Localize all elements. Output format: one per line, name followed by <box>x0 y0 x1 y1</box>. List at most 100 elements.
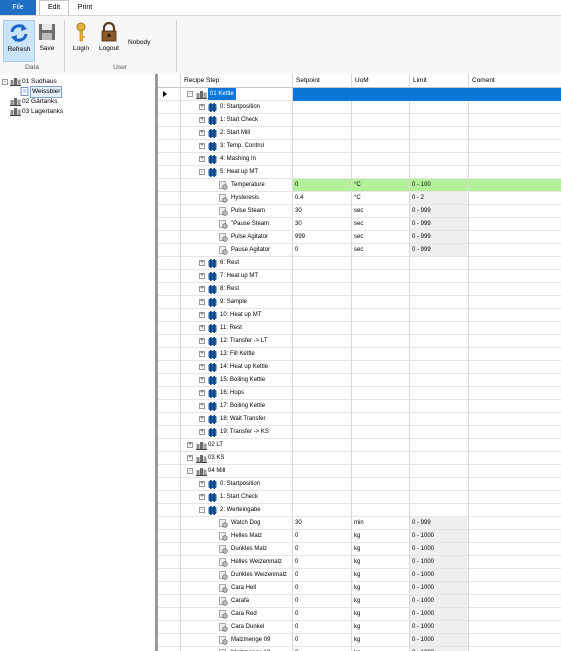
setpoint-cell[interactable] <box>293 452 352 465</box>
row-header[interactable] <box>158 166 181 179</box>
recipe-step-cell[interactable]: Watch Dog <box>181 517 293 530</box>
row-header[interactable] <box>158 270 181 283</box>
setpoint-cell[interactable] <box>293 348 352 361</box>
recipe-step-cell[interactable]: "Pause Steam <box>181 218 293 231</box>
expand-icon[interactable]: + <box>199 390 205 396</box>
row-header[interactable] <box>158 530 181 543</box>
step-row[interactable]: +7: Heat up MT <box>181 270 561 283</box>
recipe-step-cell[interactable]: Temperature <box>181 179 293 192</box>
setpoint-cell[interactable]: 0.4 <box>293 192 352 205</box>
comment-cell[interactable] <box>469 257 561 270</box>
setpoint-cell[interactable]: 999 <box>293 231 352 244</box>
comment-cell[interactable] <box>469 374 561 387</box>
comment-cell[interactable] <box>469 504 561 517</box>
row-header[interactable] <box>158 244 181 257</box>
step-row[interactable]: +1: Start Check <box>181 491 561 504</box>
step-row[interactable]: +3: Temp. Control <box>181 140 561 153</box>
setpoint-cell[interactable] <box>293 465 352 478</box>
recipe-step-cell[interactable]: +15: Boiling Kettle <box>181 374 293 387</box>
recipe-step-cell[interactable]: +17: Boiling Kettle <box>181 400 293 413</box>
setpoint-cell[interactable] <box>293 504 352 517</box>
row-header[interactable] <box>158 257 181 270</box>
setpoint-cell[interactable]: 0 <box>293 556 352 569</box>
row-header[interactable] <box>158 179 181 192</box>
recipe-step-cell[interactable]: - 01 Kettle <box>181 88 293 101</box>
step-row[interactable]: +17: Boiling Kettle <box>181 400 561 413</box>
expand-icon[interactable]: + <box>199 104 205 110</box>
expand-icon[interactable]: + <box>199 130 205 136</box>
recipe-step-cell[interactable]: +03 KS <box>181 452 293 465</box>
step-row[interactable]: +15: Boiling Kettle <box>181 374 561 387</box>
parameter-row[interactable]: Helles Weizenmalz 0 kg 0 - 1000 <box>181 556 561 569</box>
step-row[interactable]: +11: Rest <box>181 322 561 335</box>
collapse-icon[interactable]: - <box>2 79 8 85</box>
parameter-row[interactable]: Dunkles Malz 0 kg 0 - 1000 <box>181 543 561 556</box>
setpoint-cell[interactable]: 0 <box>293 179 352 192</box>
recipe-step-cell[interactable]: Pulse Steam <box>181 205 293 218</box>
tab-print[interactable]: Print <box>70 2 100 14</box>
column-header-recipe-step[interactable]: Recipe Step <box>181 74 293 88</box>
setpoint-cell[interactable] <box>293 400 352 413</box>
row-header[interactable] <box>158 426 181 439</box>
recipe-step-cell[interactable]: +16: Hops <box>181 387 293 400</box>
step-row[interactable]: +16: Hops <box>181 387 561 400</box>
recipe-step-cell[interactable]: +10: Heat up MT <box>181 309 293 322</box>
tab-file[interactable]: File <box>0 0 36 15</box>
comment-cell[interactable] <box>469 517 561 530</box>
step-row[interactable]: +2: Start Mill <box>181 127 561 140</box>
comment-cell[interactable] <box>469 114 561 127</box>
step-row[interactable]: - 2: Werteingabe <box>181 504 561 517</box>
recipe-step-cell[interactable]: Pulse Agitator <box>181 231 293 244</box>
row-header[interactable] <box>158 296 181 309</box>
recipe-step-cell[interactable]: +0: Startposition <box>181 478 293 491</box>
expand-icon[interactable]: + <box>199 299 205 305</box>
comment-cell[interactable] <box>469 309 561 322</box>
recipe-step-cell[interactable]: - 2: Werteingabe <box>181 504 293 517</box>
recipe-step-cell[interactable]: Carafa <box>181 595 293 608</box>
row-header[interactable] <box>158 192 181 205</box>
column-header-limit[interactable]: Limit <box>410 74 469 88</box>
recipe-step-cell[interactable]: +4: Mashing In <box>181 153 293 166</box>
setpoint-cell[interactable] <box>293 361 352 374</box>
expand-icon[interactable]: + <box>199 481 205 487</box>
parameter-row[interactable]: Helles Malz 0 kg 0 - 1000 <box>181 530 561 543</box>
setpoint-cell[interactable] <box>293 335 352 348</box>
parameter-row[interactable]: Carafa 0 kg 0 - 1000 <box>181 595 561 608</box>
vessel-row[interactable]: - 01 Kettle <box>181 88 561 101</box>
comment-cell[interactable] <box>469 283 561 296</box>
setpoint-cell[interactable] <box>293 88 352 101</box>
setpoint-cell[interactable] <box>293 101 352 114</box>
comment-cell[interactable] <box>469 140 561 153</box>
comment-cell[interactable] <box>469 530 561 543</box>
vessel-row[interactable]: - 04 Mill <box>181 465 561 478</box>
column-header-setpoint[interactable]: Setpoint <box>293 74 352 88</box>
comment-cell[interactable] <box>469 335 561 348</box>
row-header[interactable] <box>158 322 181 335</box>
setpoint-cell[interactable] <box>293 114 352 127</box>
row-header[interactable] <box>158 465 181 478</box>
recipe-step-cell[interactable]: Pause Agitator <box>181 244 293 257</box>
row-header[interactable] <box>158 88 181 101</box>
comment-cell[interactable] <box>469 569 561 582</box>
refresh-button[interactable]: Refresh <box>3 20 35 62</box>
recipe-step-cell[interactable]: Malzmenge 09 <box>181 634 293 647</box>
comment-cell[interactable] <box>469 452 561 465</box>
comment-cell[interactable] <box>469 322 561 335</box>
collapse-icon[interactable]: - <box>187 91 193 97</box>
row-header[interactable] <box>158 153 181 166</box>
parameter-row[interactable]: Hysteresis 0.4 °C 0 - 2 <box>181 192 561 205</box>
step-row[interactable]: +18: Wait Transfer <box>181 413 561 426</box>
row-header[interactable] <box>158 127 181 140</box>
row-header[interactable] <box>158 647 181 651</box>
row-header[interactable] <box>158 556 181 569</box>
row-header[interactable] <box>158 361 181 374</box>
setpoint-cell[interactable]: 30 <box>293 218 352 231</box>
recipe-step-cell[interactable]: Cara Red <box>181 608 293 621</box>
comment-cell[interactable] <box>469 179 561 192</box>
comment-cell[interactable] <box>469 478 561 491</box>
expand-icon[interactable]: + <box>187 442 193 448</box>
comment-cell[interactable] <box>469 491 561 504</box>
expand-icon[interactable]: + <box>199 416 205 422</box>
parameter-row[interactable]: Pause Agitator 0 sec 0 - 999 <box>181 244 561 257</box>
logout-button[interactable]: Logout <box>94 20 124 60</box>
